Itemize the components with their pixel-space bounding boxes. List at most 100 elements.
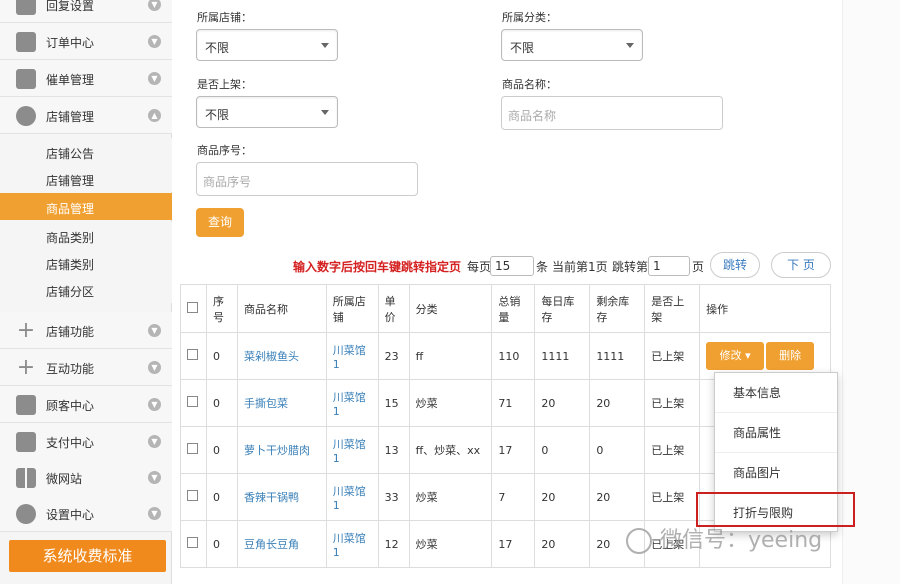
cell-store[interactable]: 川菜馆1 [325,332,379,380]
row-checkbox[interactable] [187,443,198,454]
nav-item-payments[interactable]: 支付中心 ▼ [0,423,172,460]
jump-button[interactable]: 跳转 [710,252,760,278]
col-header-remaining-stock: 剩余库存 [589,284,646,333]
next-page-button[interactable]: 下 页 [771,252,831,278]
chevron-down-icon: ▼ [148,0,161,11]
cell-price: 15 [377,379,410,427]
row-checkbox[interactable] [187,537,198,548]
caret-down-icon [626,43,634,48]
cell-daily-stock: 20 [534,379,591,427]
sidebar: 回复设置 ▼ 订单中心 ▼ 催单管理 ▼ 店铺管理 ▲ 店铺公告 店铺管理 商品… [0,0,172,584]
sub-item-store-manage[interactable]: 店铺管理 [0,165,172,192]
query-button[interactable]: 查询 [196,208,244,237]
row-checkbox[interactable] [187,490,198,501]
cell-total-sales: 71 [491,379,536,427]
cell-daily-stock: 20 [534,520,591,568]
plus-icon: + [16,318,36,343]
cell-listed: 已上架 [644,473,701,521]
sub-item-store-notice[interactable]: 店铺公告 [0,138,172,165]
card-icon [16,395,36,415]
per-page-prefix: 每页 [467,260,492,274]
store-filter-label: 所属店铺： [197,11,252,24]
nav-item-store-management[interactable]: 店铺管理 ▲ [0,97,172,134]
cell-category: 炒菜 [408,379,493,427]
cell-total-sales: 110 [491,332,536,380]
cell-store[interactable]: 川菜馆1 [325,379,379,427]
caret-down-icon [321,110,329,115]
cell-category: 炒菜 [408,473,493,521]
cell-name[interactable]: 豆角长豆角 [236,520,327,568]
sub-item-store-category[interactable]: 店铺类别 [0,249,172,276]
cell-price: 13 [377,426,410,474]
nav-item-orders[interactable]: 订单中心 ▼ [0,23,172,60]
category-select[interactable]: 不限 [501,29,643,61]
cell-listed: 已上架 [644,426,701,474]
col-header-name: 商品名称 [236,284,327,333]
listed-select[interactable]: 不限 [196,96,338,128]
per-page-input[interactable]: 15 [490,256,534,276]
menu-item-basic-info[interactable]: 基本信息 [715,373,837,413]
jump-page-input[interactable]: 1 [648,256,690,276]
select-all-cell[interactable] [180,284,207,333]
menu-item-attributes[interactable]: 商品属性 [715,413,837,453]
cell-total-sales: 7 [491,473,536,521]
gear-icon [16,504,36,524]
chevron-down-icon: ▼ [148,324,161,337]
cell-name[interactable]: 香辣干锅鸭 [236,473,327,521]
wechat-icon [626,528,652,554]
product-serial-input[interactable]: 商品序号 [196,162,418,196]
chevron-down-icon: ▼ [148,361,161,374]
nav-item-settings[interactable]: 设置中心 ▼ [0,495,172,532]
row-checkbox[interactable] [187,396,198,407]
cell-seq: 0 [205,332,238,380]
cell-store[interactable]: 川菜馆1 [325,426,379,474]
fee-standard-button[interactable]: 系统收费标准 [9,540,166,572]
row-checkbox[interactable] [187,349,198,360]
watermark: 微信号：yeeing [660,528,823,553]
cell-daily-stock: 20 [534,473,591,521]
plus-icon: + [16,355,36,380]
nav-item-store-functions[interactable]: + 店铺功能 ▼ [0,312,172,349]
select-all-checkbox[interactable] [187,301,198,313]
nav-item-customers[interactable]: 顾客中心 ▼ [0,386,172,423]
listed-filter-label: 是否上架： [197,78,252,91]
caret-down-icon [321,43,329,48]
nav-item-interactive[interactable]: + 互动功能 ▼ [0,349,172,386]
cell-remaining-stock: 0 [589,426,646,474]
sub-item-product-category[interactable]: 商品类别 [0,222,172,249]
col-header-total-sales: 总销量 [491,284,536,333]
sub-item-store-zone[interactable]: 店铺分区 [0,276,172,303]
cell-daily-stock: 0 [534,426,591,474]
printer-icon [16,32,36,52]
pie-chart-icon [16,106,36,126]
col-header-category: 分类 [408,284,493,333]
col-header-daily-stock: 每日库存 [534,284,591,333]
cell-name[interactable]: 萝卜干炒腊肉 [236,426,327,474]
store-select[interactable]: 不限 [196,29,338,61]
cell-seq: 0 [205,473,238,521]
cell-category: ff [408,332,493,380]
edit-button[interactable]: 修改 ▾ [706,342,765,370]
nav-item-microsite[interactable]: 微网站 ▼ [0,459,172,496]
cell-category: 炒菜 [408,520,493,568]
product-name-input[interactable]: 商品名称 [501,96,723,130]
cell-listed: 已上架 [644,332,701,380]
col-header-actions: 操作 [699,284,831,333]
cell-store[interactable]: 川菜馆1 [325,473,379,521]
cell-remaining-stock: 20 [589,473,646,521]
nav-item-reply-settings[interactable]: 回复设置 ▼ [0,0,172,23]
menu-item-images[interactable]: 商品图片 [715,453,837,493]
delete-button[interactable]: 删除 [766,342,815,370]
cell-price: 23 [377,332,410,380]
cell-name[interactable]: 菜剁椒鱼头 [236,332,327,380]
per-page-suffix: 条 [536,260,549,274]
right-panel [842,0,900,584]
cell-name[interactable]: 手撕包菜 [236,379,327,427]
chevron-down-icon: ▼ [148,471,161,484]
pager-hint: 输入数字后按回车键跳转指定页 [293,260,462,274]
cell-store[interactable]: 川菜馆1 [325,520,379,568]
chevron-down-icon: ▼ [148,435,161,448]
sub-item-product-manage[interactable]: 商品管理 [0,193,172,220]
nav-item-reminders[interactable]: 催单管理 ▼ [0,60,172,97]
cell-category: ff、炒菜、xx [408,426,493,474]
